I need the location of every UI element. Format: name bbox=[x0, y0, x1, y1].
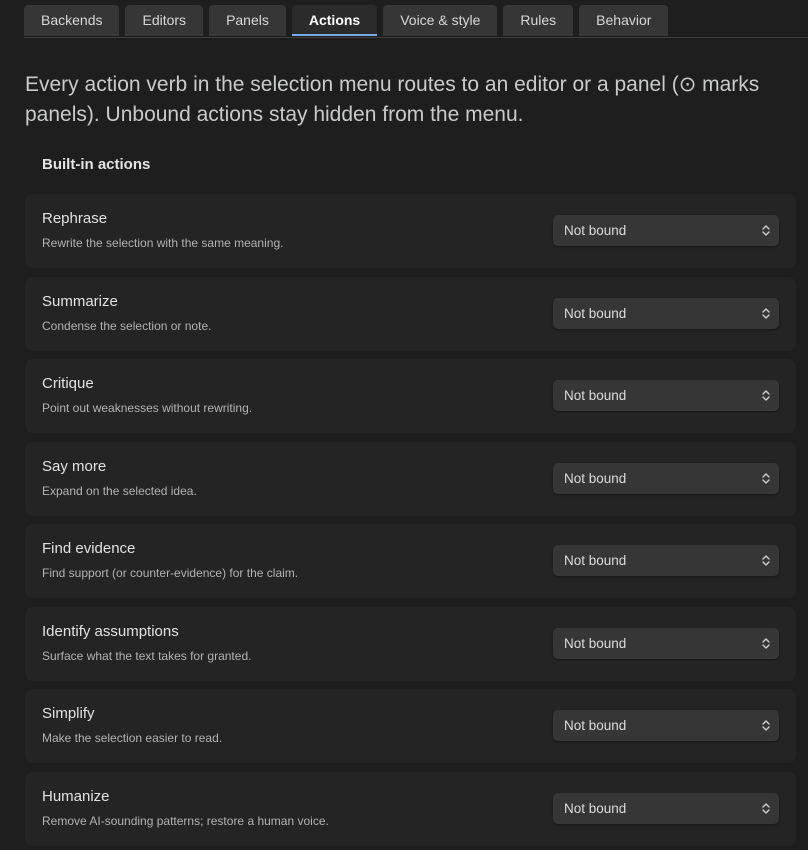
binding-select-value: Not bound bbox=[564, 305, 627, 321]
action-name: Say more bbox=[42, 457, 107, 475]
action-row-find-evidence: Find evidence Find support (or counter-e… bbox=[25, 524, 796, 598]
action-description: Rewrite the selection with the same mean… bbox=[42, 236, 284, 250]
action-row-humanize: Humanize Remove AI-sounding patterns; re… bbox=[25, 771, 796, 846]
action-name: Critique bbox=[42, 375, 94, 392]
action-name: Find evidence bbox=[42, 540, 136, 557]
action-description: Remove AI-sounding patterns; restore a h… bbox=[42, 813, 329, 828]
chevron-up-down-icon bbox=[762, 225, 770, 236]
chevron-up-down-icon bbox=[762, 802, 770, 814]
chevron-up-down-icon bbox=[762, 720, 770, 731]
binding-select-value: Not bound bbox=[564, 470, 627, 486]
action-name: Rephrase bbox=[42, 210, 108, 227]
binding-select-value: Not bound bbox=[564, 718, 627, 733]
action-name: Summarize bbox=[42, 292, 118, 310]
action-description: Condense the selection or note. bbox=[42, 318, 212, 333]
binding-select-value: Not bound bbox=[564, 388, 627, 403]
chevron-up-down-icon bbox=[762, 390, 770, 401]
binding-select-value: Not bound bbox=[564, 223, 627, 238]
binding-select-value: Not bound bbox=[564, 800, 627, 816]
binding-select[interactable]: Not bound bbox=[553, 710, 779, 741]
action-row-summarize: Summarize Condense the selection or note… bbox=[25, 276, 796, 351]
settings-tabs: Backends Editors Panels Actions Voice & … bbox=[24, 5, 808, 38]
action-row-simplify: Simplify Make the selection easier to re… bbox=[25, 689, 796, 763]
action-row-rephrase: Rephrase Rewrite the selection with the … bbox=[25, 194, 796, 268]
tab-panels[interactable]: Panels bbox=[209, 5, 286, 36]
tab-backends[interactable]: Backends bbox=[24, 5, 120, 36]
tab-editors[interactable]: Editors bbox=[125, 5, 204, 36]
action-description: Point out weaknesses without rewriting. bbox=[42, 401, 253, 415]
binding-select[interactable]: Not bound bbox=[553, 380, 779, 411]
binding-select[interactable]: Not bound bbox=[553, 215, 779, 246]
chevron-up-down-icon bbox=[762, 307, 770, 319]
action-name: Identify assumptions bbox=[42, 622, 179, 640]
tab-rules[interactable]: Rules bbox=[503, 5, 574, 36]
action-description: Surface what the text takes for granted. bbox=[42, 648, 252, 663]
tab-actions[interactable]: Actions bbox=[291, 5, 378, 36]
tab-voice-style[interactable]: Voice & style bbox=[383, 5, 498, 36]
action-row-say-more: Say more Expand on the selected idea. No… bbox=[25, 441, 796, 516]
binding-select-value: Not bound bbox=[564, 635, 627, 651]
intro-description: Every action verb in the selection menu … bbox=[25, 73, 760, 126]
actions-list: Rephrase Rewrite the selection with the … bbox=[25, 194, 796, 850]
binding-select[interactable]: Not bound bbox=[553, 545, 779, 576]
action-description: Make the selection easier to read. bbox=[42, 731, 223, 745]
action-name: Simplify bbox=[42, 705, 95, 722]
action-description: Expand on the selected idea. bbox=[42, 483, 197, 498]
action-row-identify-assumptions: Identify assumptions Surface what the te… bbox=[25, 606, 796, 681]
binding-select[interactable]: Not bound bbox=[553, 792, 779, 824]
action-description: Find support (or counter-evidence) for t… bbox=[42, 566, 299, 580]
binding-select[interactable]: Not bound bbox=[553, 462, 779, 494]
binding-select-value: Not bound bbox=[564, 553, 627, 568]
action-name: Humanize bbox=[42, 787, 110, 805]
tab-behavior[interactable]: Behavior bbox=[579, 5, 669, 36]
section-title: Built-in actions bbox=[42, 156, 151, 173]
chevron-up-down-icon bbox=[762, 472, 770, 484]
chevron-up-down-icon bbox=[762, 555, 770, 566]
settings-page: Backends Editors Panels Actions Voice & … bbox=[0, 0, 808, 850]
binding-select[interactable]: Not bound bbox=[553, 297, 779, 329]
binding-select[interactable]: Not bound bbox=[553, 627, 779, 659]
chevron-up-down-icon bbox=[762, 637, 770, 649]
action-row-critique: Critique Point out weaknesses without re… bbox=[25, 359, 796, 433]
